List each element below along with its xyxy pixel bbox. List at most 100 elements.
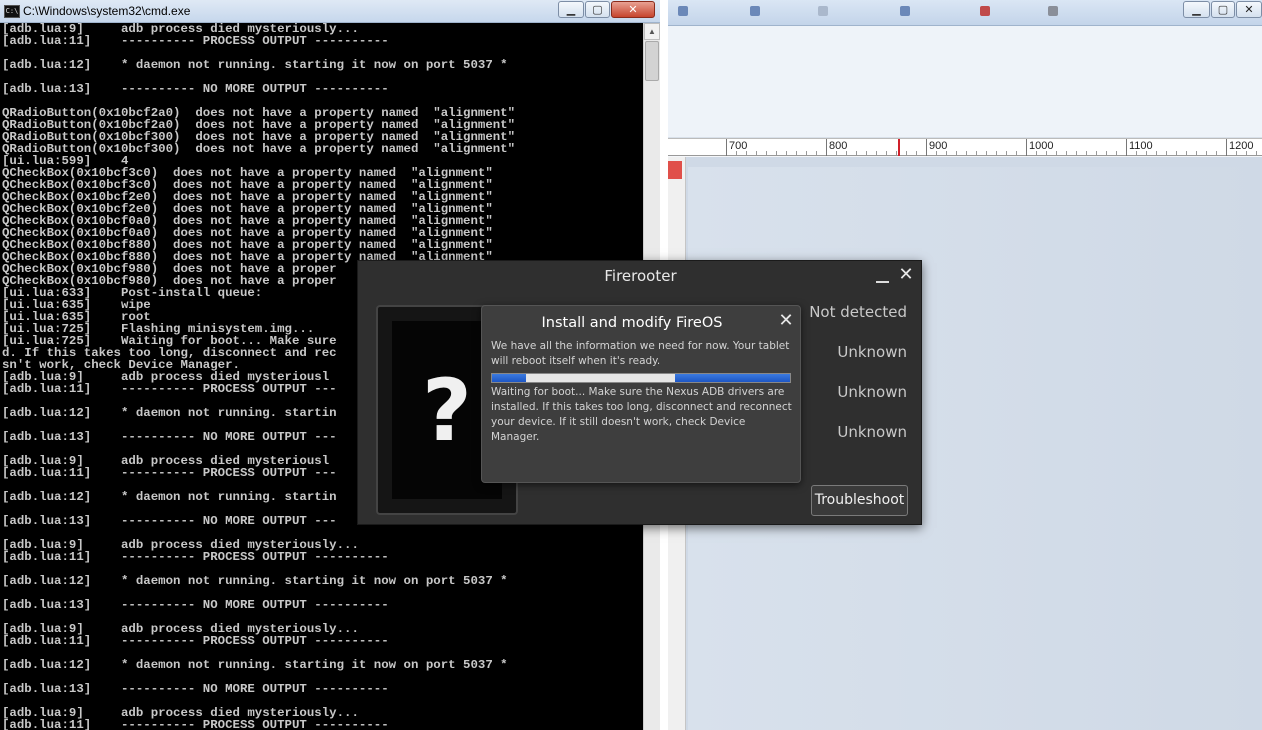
ruler-minor-tick <box>966 151 967 156</box>
ruler-minor-tick <box>1246 151 1247 156</box>
ruler-minor-tick <box>766 151 767 156</box>
horizontal-ruler[interactable]: 700 800 900 1000 1100 1200 <box>668 138 1262 156</box>
ruler-tick <box>726 139 727 156</box>
ruler-minor-tick <box>1056 151 1057 156</box>
ruler-minor-tick <box>1166 151 1167 156</box>
ruler-minor-tick <box>756 151 757 156</box>
cmd-app-icon[interactable]: C:\ <box>4 5 20 18</box>
ruler-minor-tick <box>986 151 987 156</box>
firerooter-title: Firerooter <box>604 267 677 285</box>
tab-icon[interactable] <box>1048 6 1061 16</box>
console-line: [adb.lua:12] * daemon not running. start… <box>2 58 508 72</box>
ruler-minor-tick <box>1146 151 1147 156</box>
troubleshoot-button[interactable]: Troubleshoot <box>811 485 908 516</box>
ruler-position-marker <box>898 139 900 156</box>
cmd-close-button[interactable]: ✕ <box>611 1 655 18</box>
ruler-minor-tick <box>816 151 817 156</box>
ruler-minor-tick <box>866 151 867 156</box>
ruler-label: 900 <box>929 140 948 152</box>
scroll-up-arrow-icon[interactable]: ▲ <box>644 23 660 40</box>
ruler-minor-tick <box>936 151 937 156</box>
firerooter-close-icon[interactable]: ✕ <box>897 265 915 285</box>
ruler-label: 1200 <box>1229 140 1254 152</box>
ruler-minor-tick <box>1156 151 1157 156</box>
ruler-minor-tick <box>736 151 737 156</box>
ruler-minor-tick <box>1076 151 1077 156</box>
ruler-minor-tick <box>1196 151 1197 156</box>
progress-segment <box>492 374 526 382</box>
ruler-minor-tick <box>946 151 947 156</box>
ruler-tick <box>1026 139 1027 156</box>
ruler-tick <box>1126 139 1127 156</box>
ruler-minor-tick <box>1036 151 1037 156</box>
background-minimize-button[interactable]: ▁ <box>1183 1 1210 18</box>
tab-icon[interactable] <box>980 6 993 16</box>
modal-close-icon[interactable]: ✕ <box>776 311 796 331</box>
ruler-minor-tick <box>786 151 787 156</box>
ruler-minor-tick <box>1186 151 1187 156</box>
cmd-maximize-button[interactable]: ▢ <box>585 1 610 18</box>
ruler-minor-tick <box>976 151 977 156</box>
ruler-minor-tick <box>796 151 797 156</box>
ruler-minor-tick <box>1136 151 1137 156</box>
ruler-minor-tick <box>1256 151 1257 156</box>
console-line: [adb.lua:11] ---------- PROCESS OUTPUT -… <box>2 550 389 564</box>
ruler-minor-tick <box>896 151 897 156</box>
console-line: [adb.lua:11] ---------- PROCESS OUTPUT -… <box>2 34 389 48</box>
ruler-minor-tick <box>1106 151 1107 156</box>
ruler-minor-tick <box>1016 151 1017 156</box>
modal-title: Install and modify FireOS <box>541 315 723 331</box>
editor-toolbar-area <box>668 26 1262 138</box>
console-line: [adb.lua:11] ---------- PROCESS OUTPUT -… <box>2 634 389 648</box>
ruler-minor-tick <box>956 151 957 156</box>
cmd-window-title: C:\Windows\system32\cmd.exe <box>23 4 191 18</box>
ruler-minor-tick <box>746 151 747 156</box>
progress-bar <box>491 373 791 383</box>
ruler-minor-tick <box>906 151 907 156</box>
ruler-minor-tick <box>916 151 917 156</box>
tab-icon[interactable] <box>818 6 831 16</box>
ruler-minor-tick <box>1116 151 1117 156</box>
ruler-label: 800 <box>829 140 848 152</box>
ruler-minor-tick <box>1086 151 1087 156</box>
ruler-minor-tick <box>856 151 857 156</box>
ruler-minor-tick <box>1176 151 1177 156</box>
ruler-minor-tick <box>776 151 777 156</box>
ruler-minor-tick <box>1066 151 1067 156</box>
ruler-tick <box>1226 139 1227 156</box>
modal-intro-text: We have all the information we need for … <box>491 340 790 367</box>
console-line: [adb.lua:12] * daemon not running. start… <box>2 574 508 588</box>
progress-segment <box>675 374 790 382</box>
ruler-minor-tick <box>1006 151 1007 156</box>
background-close-button[interactable]: ✕ <box>1236 1 1262 18</box>
tab-icon[interactable] <box>900 6 913 16</box>
background-window-titlebar[interactable]: ▁ ▢ ✕ <box>668 0 1262 26</box>
ruler-label: 700 <box>729 140 748 152</box>
console-line: [adb.lua:13] ---------- NO MORE OUTPUT -… <box>2 682 389 696</box>
install-modal: Install and modify FireOS ✕ We have all … <box>481 305 801 483</box>
console-line: [adb.lua:13] ---------- NO MORE OUTPUT -… <box>2 598 389 612</box>
cmd-titlebar[interactable]: C:\ C:\Windows\system32\cmd.exe ▁ ▢ ✕ <box>0 0 660 23</box>
ruler-minor-tick <box>1046 151 1047 156</box>
ruler-minor-tick <box>836 151 837 156</box>
firerooter-minimize-button[interactable] <box>876 273 889 283</box>
scrollbar-thumb[interactable] <box>645 41 659 81</box>
tab-icon[interactable] <box>678 6 691 16</box>
ruler-tick <box>826 139 827 156</box>
ruler-minor-tick <box>1096 151 1097 156</box>
ruler-minor-tick <box>846 151 847 156</box>
ruler-minor-tick <box>806 151 807 156</box>
firerooter-window: Firerooter ✕ ? Not detected Unknown Unkn… <box>357 260 922 525</box>
background-maximize-button[interactable]: ▢ <box>1211 1 1235 18</box>
ruler-minor-tick <box>876 151 877 156</box>
console-line: [adb.lua:12] * daemon not running. start… <box>2 658 508 672</box>
tab-icon[interactable] <box>750 6 763 16</box>
ruler-minor-tick <box>886 151 887 156</box>
cmd-minimize-button[interactable]: ▁ <box>558 1 584 18</box>
ruler-minor-tick <box>996 151 997 156</box>
ruler-label: 1100 <box>1129 140 1153 152</box>
ruler-label: 1000 <box>1029 140 1054 152</box>
ruler-tick <box>926 139 927 156</box>
ruler-minor-tick <box>1206 151 1207 156</box>
console-line: [adb.lua:11] ---------- PROCESS OUTPUT -… <box>2 718 389 730</box>
